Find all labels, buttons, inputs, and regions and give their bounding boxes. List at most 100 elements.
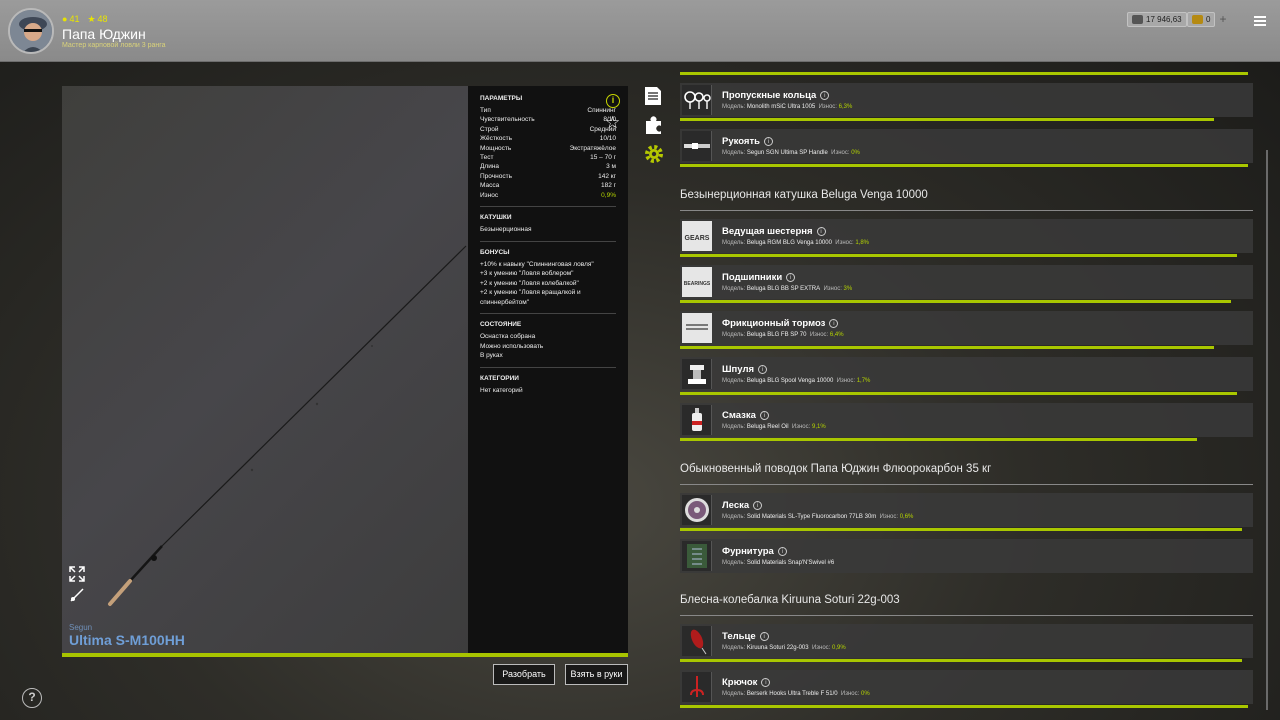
handle-icon: [682, 131, 712, 161]
item-meta: Модель: Beluga RGM BLG Venga 10000 Износ…: [722, 240, 870, 246]
silver-balance[interactable]: 17 946,63: [1127, 12, 1187, 27]
take-in-hands-button[interactable]: Взять в руки: [565, 664, 628, 685]
item-meta: Модель: Beluga BLG BB SP EXTRA Износ: 3%: [722, 286, 853, 292]
rod-image: [108, 245, 467, 606]
rod-view-icon[interactable]: [69, 587, 85, 603]
bonus-3: +2 к умению "Ловля вращалкой и спиннербе…: [480, 289, 581, 306]
list-item[interactable]: Шпуля i Модель: Beluga BLG Spool Venga 10…: [680, 357, 1253, 391]
param-value: 10/10: [599, 135, 616, 143]
rings-icon: [682, 85, 712, 115]
list-item[interactable]: Леска i Модель: Solid Materials SL-Type F…: [680, 493, 1253, 527]
info-icon[interactable]: i: [816, 227, 826, 236]
equipment-list[interactable]: Пропускные кольца i Модель: Monolith mSiC…: [670, 62, 1270, 720]
list-item[interactable]: Смазка i Модель: Beluga Reel Oil Износ: 9…: [680, 403, 1253, 437]
menu-icon[interactable]: [1254, 16, 1266, 26]
scrollbar[interactable]: [1266, 150, 1268, 710]
rod-model: Ultima S-M100HH: [69, 632, 185, 648]
param-value: 142 кг: [598, 172, 616, 180]
section-title-leader: Обыкновенный поводок Папа Юджин Флюорока…: [680, 463, 992, 475]
param-row: Жёсткость 10/10: [480, 134, 616, 143]
notes-icon[interactable]: [644, 86, 664, 106]
tab-icons: [644, 86, 664, 173]
info-icon[interactable]: i: [763, 137, 773, 146]
item-meta: Модель: Beluga BLG FB SP 70 Износ: 6,4%: [722, 332, 844, 338]
item-name: Леска i: [722, 500, 763, 511]
item-wear-bar: [680, 528, 1242, 531]
favorite-star-icon[interactable]: ☆: [605, 113, 620, 133]
info-icon[interactable]: i: [606, 94, 620, 108]
info-icon[interactable]: i: [761, 678, 771, 687]
param-row: Длина 3 м: [480, 162, 616, 171]
bonuses-title: БОНУСЫ: [480, 248, 510, 256]
item-meta: Модель: Monolith mSiC Ultra 1005 Износ: …: [722, 104, 853, 110]
player-name: Папа Юджин: [62, 26, 146, 42]
list-item[interactable]: Фрикционный тормоз i Модель: Beluga BLG F…: [680, 311, 1253, 345]
stars-value: 48: [97, 14, 108, 24]
list-item[interactable]: Пропускные кольца i Модель: Monolith mSiC…: [680, 83, 1253, 117]
item-meta: Модель: Kiruuna Soturi 22g-003 Износ: 0,…: [722, 645, 846, 651]
gold-coin-icon: [1192, 15, 1203, 24]
rod-brand: Segun: [69, 623, 93, 632]
param-value: 182 г: [600, 182, 616, 190]
info-icon[interactable]: i: [759, 632, 769, 641]
level-value: 41: [69, 14, 80, 24]
param-key: Жёсткость: [480, 135, 512, 143]
info-icon[interactable]: i: [829, 319, 839, 328]
info-icon[interactable]: i: [820, 91, 830, 100]
disassemble-button[interactable]: Разобрать: [493, 664, 555, 685]
section-title-reel: Безынерционная катушка Beluga Venga 1000…: [680, 189, 928, 201]
star-icon: ★: [87, 14, 96, 24]
state-1: Можно использовать: [480, 342, 544, 350]
state-title: СОСТОЯНИЕ: [480, 321, 522, 329]
item-meta: Модель: Solid Materials SL-Type Fluoroca…: [722, 514, 914, 520]
spool-icon: [682, 359, 712, 389]
list-item[interactable]: Рукоять i Модель: Segun SGN Ultima SP Han…: [680, 129, 1253, 163]
param-key: Прочность: [480, 172, 512, 180]
item-wear-bar: [680, 392, 1237, 395]
param-row: Тип Спиннинг: [480, 106, 616, 115]
top-bar: ● 41 ★ 48 Папа Юджин Мастер карповой ловли…: [0, 0, 1280, 62]
rod-wear-fill: [62, 653, 628, 657]
params-title: ПАРАМЕТРЫ: [480, 95, 523, 102]
list-item[interactable]: Тельце i Модель: Kiruuna Soturi 22g-003 И…: [680, 624, 1253, 658]
param-row: Чувствительность 8/10: [480, 115, 616, 124]
param-value: 0,9%: [601, 191, 616, 199]
list-item[interactable]: Крючок i Модель: Berserk Hooks Ultra Treb…: [680, 670, 1253, 704]
help-icon[interactable]: ?: [22, 688, 42, 708]
item-name: Смазка i: [722, 410, 769, 421]
avatar[interactable]: [8, 8, 54, 54]
rod-viewer[interactable]: Segun Ultima S-M100HH ПАРАМЕТРЫ Тип Спинн…: [62, 86, 628, 653]
level-icon: ●: [62, 14, 68, 24]
param-key: Тест: [480, 154, 494, 162]
item-name: Крючок i: [722, 677, 771, 688]
gear-icon[interactable]: [644, 144, 664, 164]
puzzle-icon[interactable]: [644, 115, 664, 135]
section-divider: [680, 484, 1253, 485]
item-name: Пропускные кольца i: [722, 90, 830, 101]
param-value: 3 м: [606, 163, 616, 171]
info-icon[interactable]: i: [758, 365, 768, 374]
param-key: Чувствительность: [480, 116, 535, 124]
reels-title: КАТУШКИ: [480, 214, 512, 222]
section-divider: [680, 210, 1253, 211]
list-item[interactable]: BEARINGS Подшипники i Модель: Beluga BLG …: [680, 265, 1253, 299]
top-item-wear-bar: [680, 72, 1248, 75]
list-item[interactable]: Фурнитура i Модель: Solid Materials Snap'…: [680, 539, 1253, 573]
state-0: Оснастка собрана: [480, 333, 536, 341]
section-divider: [680, 615, 1253, 616]
oil-icon: [682, 405, 712, 435]
gold-balance[interactable]: 0: [1187, 12, 1216, 27]
info-icon[interactable]: i: [777, 547, 787, 556]
param-rows: Тип Спиннинг Чувствительность 8/10 Строй Сред…: [480, 106, 616, 200]
item-wear-bar: [680, 438, 1197, 441]
drag-icon: [682, 313, 712, 343]
info-icon[interactable]: i: [753, 501, 763, 510]
list-item[interactable]: GEARS Ведущая шестерня i Модель: Beluga R…: [680, 219, 1253, 253]
add-currency-button[interactable]: +: [1214, 12, 1232, 27]
info-icon[interactable]: i: [759, 411, 769, 420]
param-key: Строй: [480, 125, 499, 133]
categories-value: Нет категорий: [480, 386, 523, 394]
svg-text:GEARS: GEARS: [685, 235, 710, 242]
expand-icon[interactable]: [69, 566, 85, 582]
info-icon[interactable]: i: [786, 273, 796, 282]
